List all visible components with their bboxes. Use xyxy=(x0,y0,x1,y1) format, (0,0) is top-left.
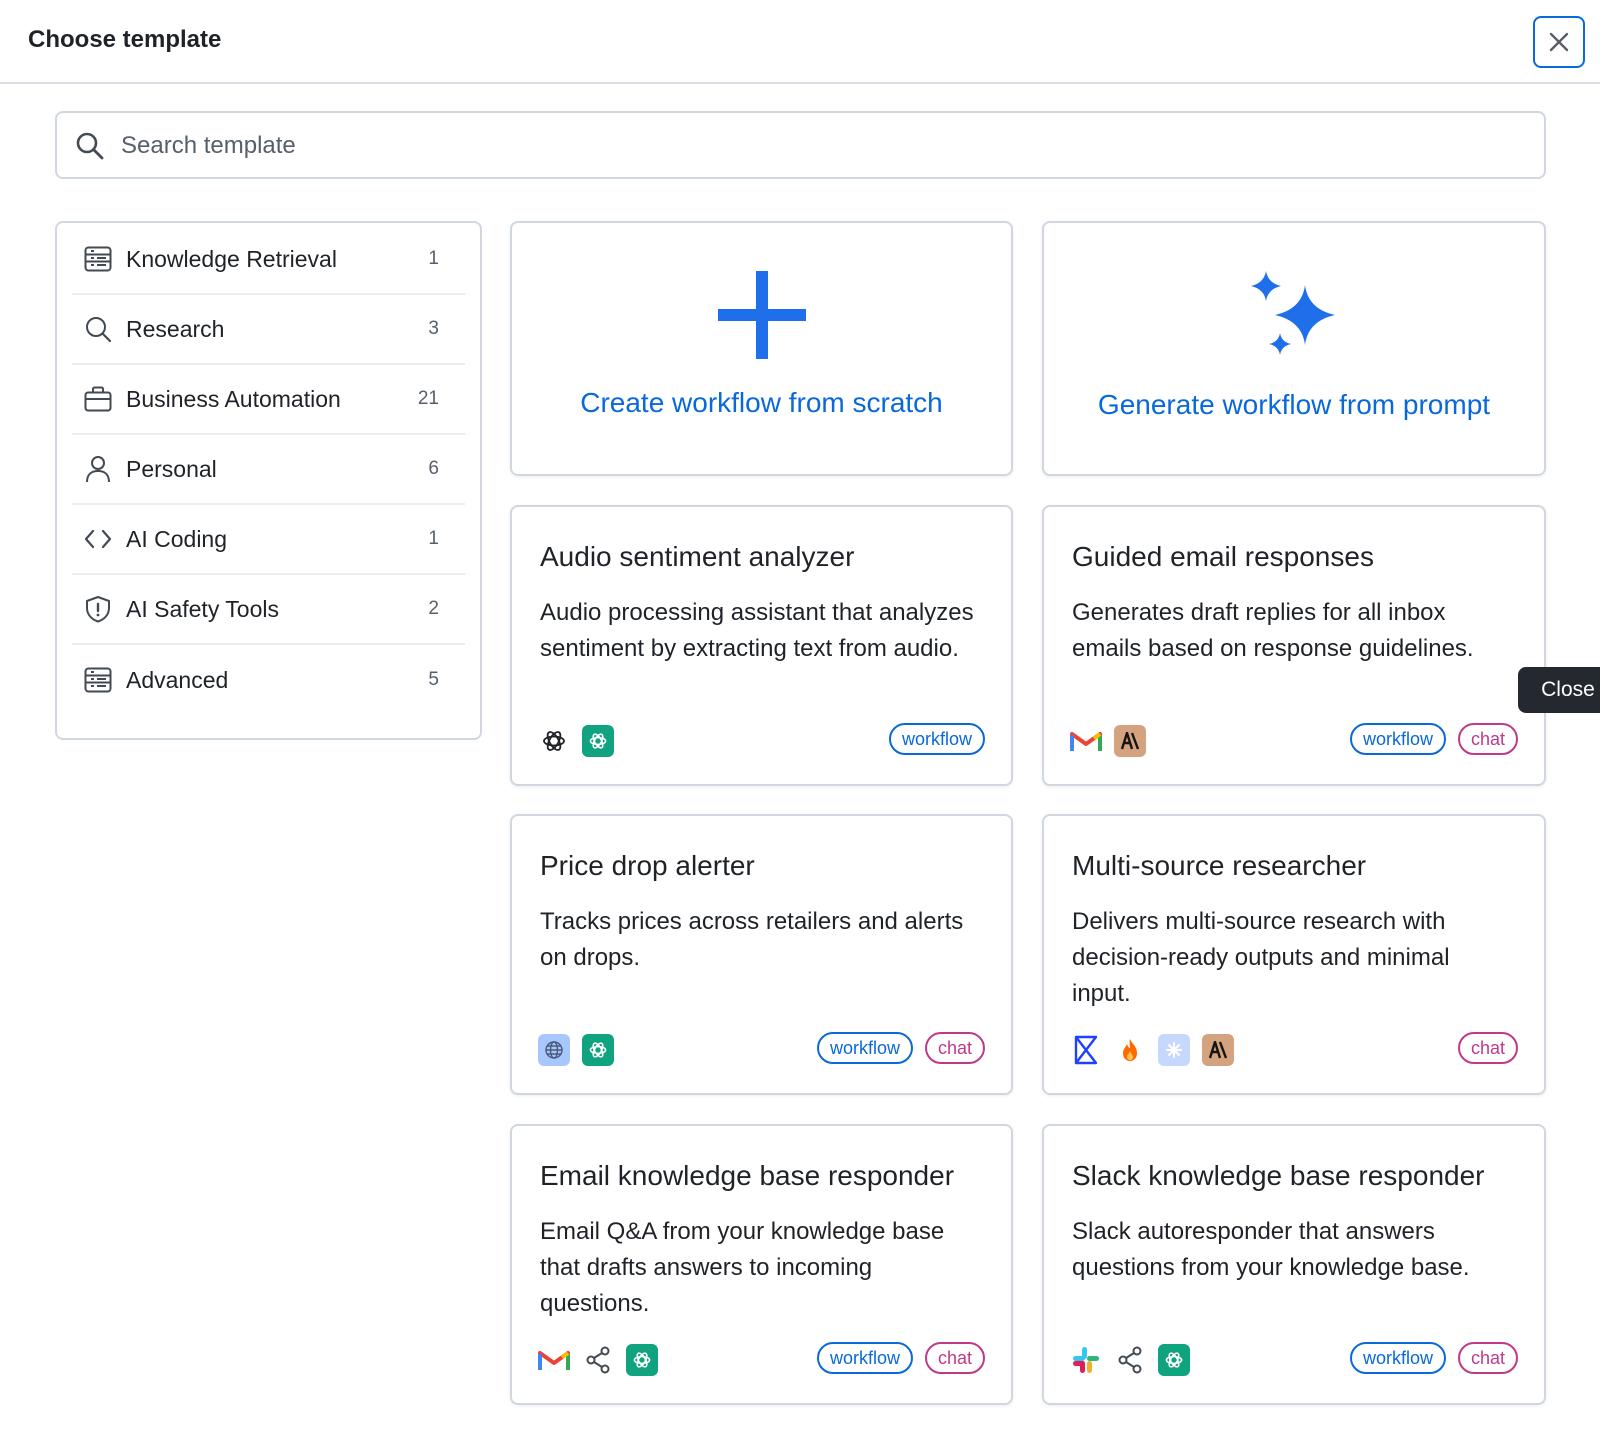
sidebar-item-count: 2 xyxy=(428,598,439,619)
integration-icons xyxy=(538,1344,658,1376)
dialog-header: Choose template xyxy=(0,0,1600,84)
anthropic-icon xyxy=(1114,725,1146,757)
template-title: Slack knowledge base responder xyxy=(1072,1160,1485,1191)
sidebar-item-label: Knowledge Retrieval xyxy=(126,245,337,272)
sidebar-item-advanced[interactable]: Advanced 5 xyxy=(72,645,465,715)
chatgpt-icon xyxy=(582,725,614,757)
close-tooltip: Close xyxy=(1518,667,1600,713)
template-title: Guided email responses xyxy=(1072,541,1374,572)
chat-tag: chat xyxy=(924,1032,985,1064)
template-description: Slack autoresponder that answers questio… xyxy=(1072,1218,1470,1281)
workflow-tag: workflow xyxy=(816,1342,913,1374)
workflow-tag: workflow xyxy=(816,1032,913,1064)
template-tags: workflow chat xyxy=(1349,723,1518,755)
plus-icon xyxy=(717,271,806,359)
firecrawl-icon xyxy=(1114,1034,1146,1066)
sidebar-item-count: 3 xyxy=(428,318,439,339)
sidebar-item-count: 6 xyxy=(428,458,439,479)
template-tags: workflow chat xyxy=(816,1342,985,1374)
sidebar-item-business-automation[interactable]: Business Automation 21 xyxy=(72,365,465,435)
sidebar-item-label: AI Safety Tools xyxy=(126,595,279,622)
code-icon xyxy=(84,525,112,553)
template-tags: workflow chat xyxy=(816,1032,985,1064)
dialog-title: Choose template xyxy=(28,26,222,53)
sidebar-item-knowledge-retrieval[interactable]: Knowledge Retrieval 1 xyxy=(72,225,465,295)
template-title: Price drop alerter xyxy=(540,850,755,881)
sidebar-item-ai-coding[interactable]: AI Coding 1 xyxy=(72,505,465,575)
table-icon xyxy=(84,245,112,273)
template-title: Multi-source researcher xyxy=(1072,850,1367,881)
integration-icons xyxy=(1070,1344,1190,1376)
create-from-scratch-label: Create workflow from scratch xyxy=(580,387,943,418)
slack-icon xyxy=(1070,1344,1102,1376)
generate-from-prompt-card[interactable]: Generate workflow from prompt xyxy=(1042,221,1546,476)
template-description: Generates draft replies for all inbox em… xyxy=(1072,599,1474,662)
sidebar-item-count: 1 xyxy=(428,528,439,549)
sidebar-item-label: AI Coding xyxy=(126,525,228,552)
shield-icon xyxy=(84,595,112,623)
chat-tag: chat xyxy=(1457,1342,1518,1374)
template-tags: chat xyxy=(1457,1032,1518,1064)
workflow-tag: workflow xyxy=(1349,1342,1446,1374)
search-box[interactable] xyxy=(55,111,1546,179)
integration-icons xyxy=(538,725,614,757)
search-icon xyxy=(76,132,104,160)
close-icon xyxy=(1549,32,1569,52)
template-description: Delivers multi-source research with deci… xyxy=(1072,908,1450,1007)
gmail-icon xyxy=(1070,725,1102,757)
web-scraper-icon xyxy=(538,1034,570,1066)
template-card-guided-email-responses[interactable]: Guided email responses Generates draft r… xyxy=(1042,505,1546,786)
template-tags: workflow chat xyxy=(1349,1342,1518,1374)
workflow-tag: workflow xyxy=(1349,723,1446,755)
chatgpt-icon xyxy=(626,1344,658,1376)
template-title: Email knowledge base responder xyxy=(540,1160,955,1191)
sidebar-item-personal[interactable]: Personal 6 xyxy=(72,435,465,505)
integration-icons xyxy=(1070,1034,1234,1066)
chat-tag: chat xyxy=(924,1342,985,1374)
perplexity-icon xyxy=(1158,1034,1190,1066)
template-card-email-knowledge-base-responder[interactable]: Email knowledge base responder Email Q&A… xyxy=(510,1124,1013,1405)
sidebar-item-label: Advanced xyxy=(126,666,229,693)
integration-icons xyxy=(538,1034,614,1066)
table-icon xyxy=(84,666,112,694)
sidebar-item-research[interactable]: Research 3 xyxy=(72,295,465,365)
openai-icon xyxy=(538,725,570,757)
share-icon xyxy=(1114,1344,1146,1376)
sidebar-item-ai-safety-tools[interactable]: AI Safety Tools 2 xyxy=(72,575,465,645)
chat-tag: chat xyxy=(1457,1032,1518,1064)
exa-icon xyxy=(1070,1034,1102,1066)
generate-from-prompt-label: Generate workflow from prompt xyxy=(1097,389,1491,420)
chatgpt-icon xyxy=(1158,1344,1190,1376)
template-title: Audio sentiment analyzer xyxy=(540,541,855,572)
create-from-scratch-card[interactable]: Create workflow from scratch xyxy=(510,221,1013,476)
template-tags: workflow xyxy=(888,723,985,755)
category-sidebar: Knowledge Retrieval 1 Research 3 Busines… xyxy=(55,221,482,740)
sidebar-item-count: 21 xyxy=(417,388,439,409)
template-description: Email Q&A from your knowledge base that … xyxy=(540,1218,945,1317)
search-input[interactable] xyxy=(119,127,1523,165)
workflow-tag: workflow xyxy=(888,723,985,755)
sidebar-item-label: Research xyxy=(126,315,225,342)
sidebar-item-count: 5 xyxy=(428,669,439,690)
integration-icons xyxy=(1070,725,1146,757)
anthropic-icon xyxy=(1202,1034,1234,1066)
sidebar-item-label: Business Automation xyxy=(126,385,341,412)
template-description: Tracks prices across retailers and alert… xyxy=(540,908,964,971)
close-button[interactable] xyxy=(1533,16,1585,68)
briefcase-icon xyxy=(84,385,112,413)
template-card-audio-sentiment-analyzer[interactable]: Audio sentiment analyzer Audio processin… xyxy=(510,505,1013,786)
template-card-multi-source-researcher[interactable]: Multi-source researcher Delivers multi-s… xyxy=(1042,814,1546,1095)
share-icon xyxy=(582,1344,614,1376)
search-icon xyxy=(84,315,112,343)
chatgpt-icon xyxy=(582,1034,614,1066)
person-icon xyxy=(84,455,112,483)
sidebar-item-label: Personal xyxy=(126,455,217,482)
template-card-slack-knowledge-base-responder[interactable]: Slack knowledge base responder Slack aut… xyxy=(1042,1124,1546,1405)
sidebar-item-count: 1 xyxy=(428,248,439,269)
gmail-icon xyxy=(538,1344,570,1376)
chat-tag: chat xyxy=(1457,723,1518,755)
sparkles-icon xyxy=(1251,271,1335,355)
template-card-price-drop-alerter[interactable]: Price drop alerter Tracks prices across … xyxy=(510,814,1013,1095)
template-description: Audio processing assistant that analyzes… xyxy=(540,599,974,662)
